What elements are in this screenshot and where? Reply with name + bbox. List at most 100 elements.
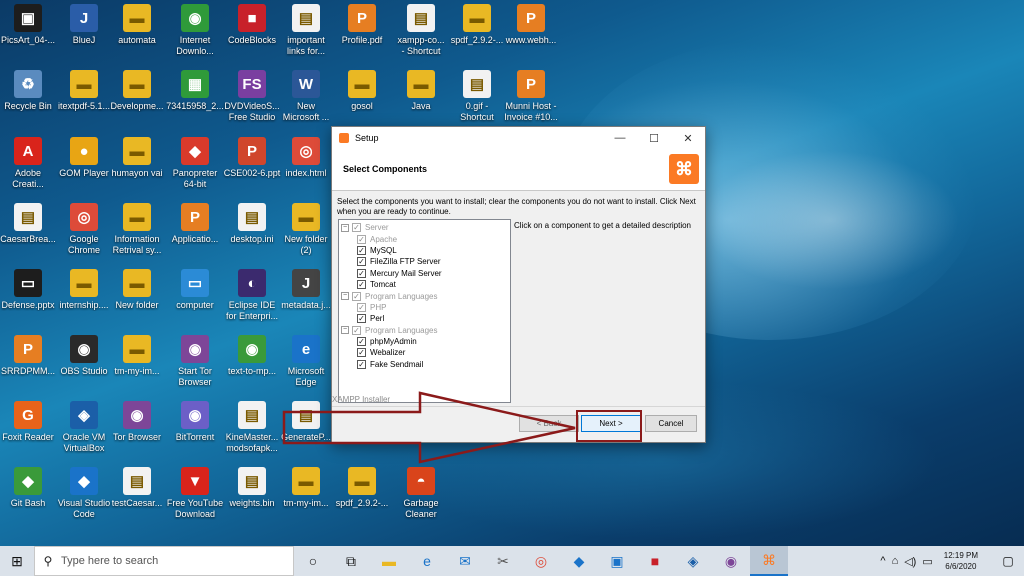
desktop-icon[interactable]: P CSE002-6.ppt	[222, 137, 282, 179]
desktop-icon[interactable]: ▤ desktop.ini	[222, 203, 282, 245]
mail-icon[interactable]: ✉	[446, 546, 484, 576]
desktop-icon[interactable]: ◓ Garbage Cleaner	[391, 467, 451, 520]
desktop-icon[interactable]: ▬ Developme...	[107, 70, 167, 112]
desktop-icon[interactable]: ▬ spdf_2.9.2-...	[332, 467, 392, 509]
start-button[interactable]: ⊞	[0, 546, 34, 576]
clock[interactable]: 12:19 PM 6/6/2020	[936, 550, 992, 572]
component-checkbox[interactable]: ✓	[357, 359, 366, 369]
desktop-icon[interactable]: ▦ 73415958_2...	[165, 70, 225, 112]
desktop-icon[interactable]: ▬ Information Retrival sy...	[107, 203, 167, 256]
desktop-icon[interactable]: ♻ Recycle Bin	[0, 70, 58, 112]
close-button[interactable]: ✕	[671, 127, 705, 149]
volume-icon[interactable]: ◁)	[901, 555, 919, 568]
component-checkbox[interactable]: ✓	[357, 268, 366, 278]
desktop-icon[interactable]: ▬ New folder (2)	[276, 203, 336, 256]
component-item[interactable]: ✓ Webalizer	[339, 347, 510, 358]
desktop-icon[interactable]: ▤ testCaesar...	[107, 467, 167, 509]
desktop-icon[interactable]: ▣ PicsArt_04-...	[0, 4, 58, 46]
desktop-icon[interactable]: ▤ 0.gif - Shortcut	[447, 70, 507, 123]
component-item[interactable]: ✓ MySQL	[339, 245, 510, 256]
desktop-icon[interactable]: ▬ internship....	[54, 269, 114, 311]
desktop-icon[interactable]: ▬ gosol	[332, 70, 392, 112]
component-checkbox[interactable]: ✓	[357, 337, 366, 347]
desktop-icon[interactable]: P Munni Host - Invoice #10...	[501, 70, 561, 123]
vscode-icon[interactable]: ◆	[560, 546, 598, 576]
desktop-icon[interactable]: ▬ Java	[391, 70, 451, 112]
battery-icon[interactable]: ▭	[919, 555, 935, 568]
snip-icon[interactable]: ✂	[484, 546, 522, 576]
desktop-icon[interactable]: P Applicatio...	[165, 203, 225, 245]
component-checkbox[interactable]: ✓	[357, 280, 366, 290]
component-checkbox[interactable]: ✓	[352, 223, 361, 233]
desktop-icon[interactable]: ◆ Git Bash	[0, 467, 58, 509]
task-view-icon[interactable]: ○	[294, 546, 332, 576]
desktop-icon[interactable]: ▤ xampp-co... - Shortcut	[391, 4, 451, 57]
component-checkbox[interactable]: ✓	[352, 325, 361, 335]
desktop-icon[interactable]: ▭ computer	[165, 269, 225, 311]
component-item[interactable]: ✓ Tomcat	[339, 279, 510, 290]
desktop-icon[interactable]: Jmetadata.j...	[276, 269, 336, 311]
file-explorer-icon[interactable]: ▬	[370, 546, 408, 576]
desktop-icon[interactable]: ■ CodeBlocks	[222, 4, 282, 46]
dialog-titlebar[interactable]: Setup — ☐ ✕	[332, 127, 705, 149]
desktop-icon[interactable]: ▤ KineMaster... modsofapk...	[222, 401, 282, 454]
timeline-icon[interactable]: ⧉	[332, 546, 370, 576]
maximize-button[interactable]: ☐	[637, 127, 671, 149]
desktop-icon[interactable]: FS DVDVideoS... Free Studio	[222, 70, 282, 123]
desktop-icon[interactable]: ◉ BitTorrent	[165, 401, 225, 443]
desktop-icon[interactable]: ◉ Internet Downlo...	[165, 4, 225, 57]
desktop-icon[interactable]: G Foxit Reader	[0, 401, 58, 443]
network-icon[interactable]: ⌂	[889, 555, 902, 567]
tray-chevron-icon[interactable]: ^	[877, 555, 888, 567]
collapse-icon[interactable]: −	[341, 223, 349, 232]
desktop-icon[interactable]: ● GOM Player	[54, 137, 114, 179]
component-checkbox[interactable]: ✓	[357, 234, 366, 244]
desktop-icon[interactable]: P SRRDPMM...	[0, 335, 58, 377]
desktop-icon[interactable]: ▤ weights.bin	[222, 467, 282, 509]
desktop-icon[interactable]: W New Microsoft ...	[276, 70, 336, 123]
component-checkbox[interactable]: ✓	[357, 257, 366, 267]
taskbar-search[interactable]: ⚲ Type here to search	[34, 546, 294, 576]
desktop-icon[interactable]: ▬ New folder	[107, 269, 167, 311]
component-checkbox[interactable]: ✓	[357, 314, 366, 324]
desktop-icon[interactable]: ◉ text-to-mp...	[222, 335, 282, 377]
desktop-icon[interactable]: ▭ Defense.pptx	[0, 269, 58, 311]
codeblocks-icon[interactable]: ■	[636, 546, 674, 576]
desktop-icon[interactable]: ◉ Tor Browser	[107, 401, 167, 443]
desktop-icon[interactable]: ◆ Panopreter 64-bit	[165, 137, 225, 190]
tor-icon[interactable]: ◉	[712, 546, 750, 576]
desktop-icon[interactable]: ▬ tm-my-im...	[107, 335, 167, 377]
desktop-icon[interactable]: P Profile.pdf	[332, 4, 392, 46]
desktop-icon[interactable]: ▼ Free YouTube Download	[165, 467, 225, 520]
desktop-icon[interactable]: ◉ Start Tor Browser	[165, 335, 225, 388]
search-input[interactable]: Type here to search	[61, 555, 158, 567]
component-item[interactable]: ✓ Fake Sendmail	[339, 359, 510, 370]
desktop-icon[interactable]: ▬ humayon vai	[107, 137, 167, 179]
component-tree[interactable]: − ✓ Server ✓ Apache ✓ MySQL ✓ FileZilla FTP Serv…	[338, 219, 511, 403]
desktop-icon[interactable]: Pwww.webh...	[501, 4, 561, 46]
desktop-icon[interactable]: ▤ GenerateP...	[276, 401, 336, 443]
collapse-icon[interactable]: −	[341, 292, 349, 301]
desktop-icon[interactable]: ▬ automata	[107, 4, 167, 46]
desktop-icon[interactable]: ◉ OBS Studio	[54, 335, 114, 377]
desktop-icon[interactable]: ▤ important links for...	[276, 4, 336, 57]
component-item[interactable]: ✓ Perl	[339, 313, 510, 324]
chrome-icon[interactable]: ◎	[522, 546, 560, 576]
component-item[interactable]: ✓ FileZilla FTP Server	[339, 256, 510, 267]
desktop-icon[interactable]: A Adobe Creati...	[0, 137, 58, 190]
desktop-icon[interactable]: ◎ index.html	[276, 137, 336, 179]
desktop-icon[interactable]: ◈ Oracle VM VirtualBox	[54, 401, 114, 454]
desktop-icon[interactable]: ◆ Visual Studio Code	[54, 467, 114, 520]
store-icon[interactable]: ▣	[598, 546, 636, 576]
desktop-icon[interactable]: e Microsoft Edge	[276, 335, 336, 388]
desktop-icon[interactable]: ◎ Google Chrome	[54, 203, 114, 256]
component-checkbox[interactable]: ✓	[357, 302, 366, 312]
back-button[interactable]: < Back	[519, 415, 579, 432]
desktop-icon[interactable]: J BlueJ	[54, 4, 114, 46]
virtualbox-icon[interactable]: ◈	[674, 546, 712, 576]
component-checkbox[interactable]: ✓	[357, 245, 366, 255]
component-item[interactable]: ✓ PHP	[339, 302, 510, 313]
cancel-button[interactable]: Cancel	[645, 415, 697, 432]
component-checkbox[interactable]: ✓	[357, 348, 366, 358]
component-item[interactable]: ✓ Mercury Mail Server	[339, 268, 510, 279]
